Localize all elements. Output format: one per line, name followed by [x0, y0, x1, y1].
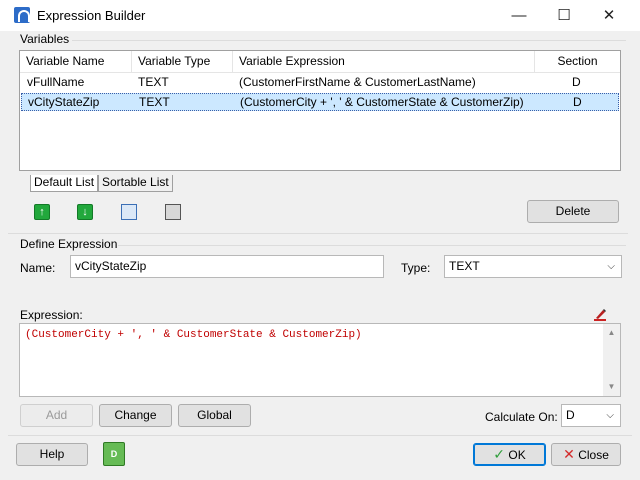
section-divider	[8, 233, 628, 234]
table-row[interactable]: vFullName TEXT (CustomerFirstName & Cust…	[21, 74, 619, 92]
calculate-on-select[interactable]: D ⌵	[561, 404, 621, 427]
app-icon	[14, 7, 30, 23]
footer-divider	[8, 435, 632, 436]
scroll-up-icon[interactable]: ▲	[603, 326, 620, 340]
chevron-down-icon: ⌵	[606, 410, 614, 421]
scroll-down-icon[interactable]: ▼	[603, 380, 620, 394]
cell-name: vFullName	[27, 75, 85, 89]
book-icon[interactable]: D	[103, 442, 125, 466]
column-header-type[interactable]: Variable Type	[132, 51, 233, 73]
ok-button[interactable]: ✓ OK	[473, 443, 546, 466]
expression-label: Expression:	[20, 308, 83, 322]
change-button[interactable]: Change	[99, 404, 172, 427]
close-label: Close	[578, 448, 609, 462]
close-window-button[interactable]: ✕	[586, 0, 632, 31]
chevron-down-icon: ⌵	[607, 261, 615, 272]
column-header-name[interactable]: Variable Name	[20, 51, 132, 73]
cell-type: TEXT	[138, 75, 169, 89]
close-x-icon: ✕	[563, 446, 575, 462]
calculate-on-value: D	[566, 408, 575, 422]
cell-section: D	[573, 95, 582, 109]
tab-default-list[interactable]: Default List	[30, 175, 99, 192]
maximize-button[interactable]: ☐	[541, 0, 587, 31]
group-divider	[118, 245, 626, 246]
variables-list[interactable]: Variable Name Variable Type Variable Exp…	[19, 50, 621, 171]
column-header-expression[interactable]: Variable Expression	[233, 51, 535, 73]
cell-type: TEXT	[139, 95, 170, 109]
group-divider	[72, 40, 626, 41]
ok-label: OK	[508, 448, 526, 462]
cell-section: D	[572, 75, 581, 89]
minimize-button[interactable]: —	[496, 0, 542, 31]
calculate-on-label: Calculate On:	[485, 410, 558, 424]
type-select[interactable]: TEXT ⌵	[444, 255, 622, 278]
cell-expression: (CustomerFirstName & CustomerLastName)	[239, 75, 476, 89]
pen-icon[interactable]	[592, 307, 608, 323]
expression-editor[interactable]: (CustomerCity + ', ' & CustomerState & C…	[19, 323, 621, 397]
cell-expression: (CustomerCity + ', ' & CustomerState & C…	[240, 95, 524, 109]
tab-sortable-list[interactable]: Sortable List	[98, 175, 173, 192]
table-row-selected[interactable]: vCityStateZip TEXT (CustomerCity + ', ' …	[21, 93, 619, 111]
copy-icon[interactable]	[121, 204, 137, 220]
type-select-value: TEXT	[449, 259, 480, 273]
name-input[interactable]: vCityStateZip	[70, 255, 384, 278]
delete-button[interactable]: Delete	[527, 200, 619, 223]
close-button[interactable]: ✕ Close	[551, 443, 621, 466]
global-button[interactable]: Global	[178, 404, 251, 427]
help-button[interactable]: Help	[16, 443, 88, 466]
type-label: Type:	[401, 261, 431, 275]
variables-group-label: Variables	[20, 32, 70, 46]
window-title: Expression Builder	[37, 8, 146, 23]
column-header-section[interactable]: Section	[535, 51, 620, 73]
name-label: Name:	[20, 261, 56, 275]
cell-name: vCityStateZip	[28, 95, 100, 109]
arrow-up-icon[interactable]: ↑	[34, 204, 50, 220]
list-header: Variable Name Variable Type Variable Exp…	[20, 51, 620, 73]
checkmark-icon: ✓	[493, 446, 506, 462]
paste-icon[interactable]	[165, 204, 181, 220]
add-button[interactable]: Add	[20, 404, 93, 427]
expression-scrollbar[interactable]: ▲ ▼	[603, 324, 620, 396]
expression-text: (CustomerCity + ', ' & CustomerState & C…	[25, 329, 362, 341]
define-group-label: Define Expression	[20, 237, 118, 251]
arrow-down-icon[interactable]: ↓	[77, 204, 93, 220]
